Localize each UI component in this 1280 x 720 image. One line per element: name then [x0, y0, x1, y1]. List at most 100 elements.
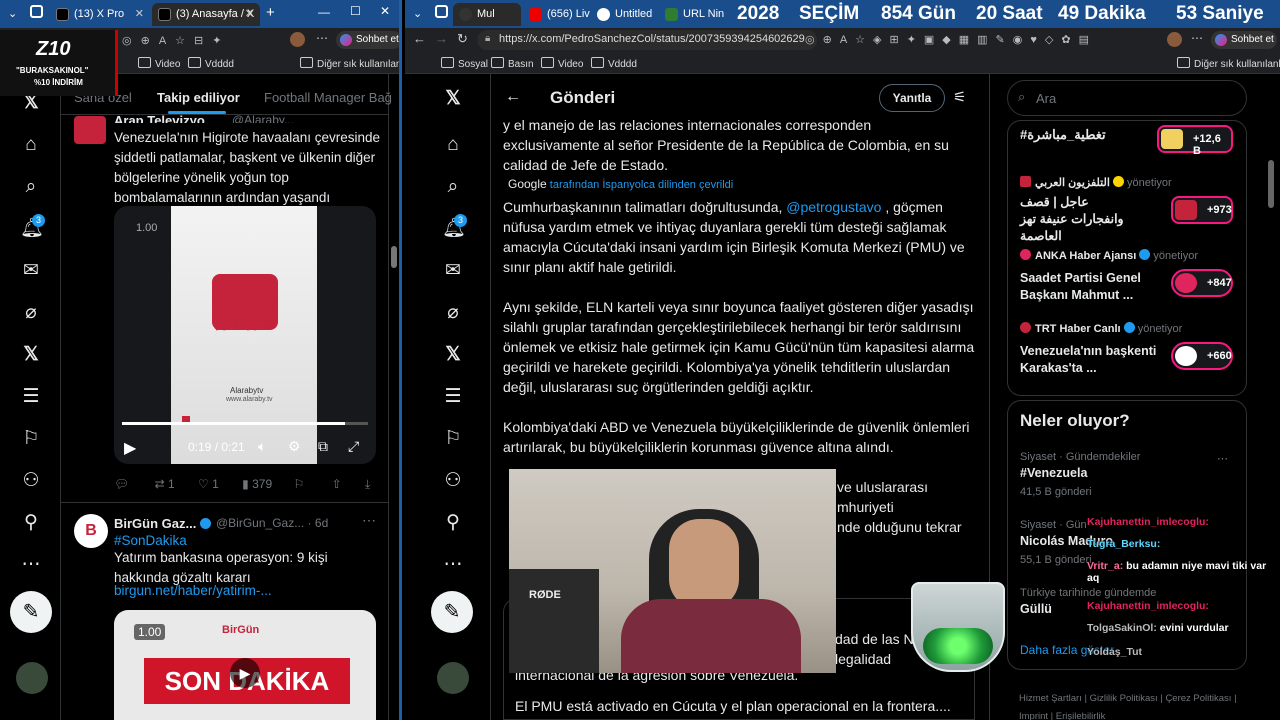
bookmark-sosyal[interactable]: Sosyal — [441, 57, 488, 70]
media-card[interactable]: 1.00 BirGün SON DAKİKA ▶ — [114, 610, 376, 720]
avatar[interactable] — [16, 662, 48, 694]
footer-link[interactable]: Gizlilik Politikası — [1090, 693, 1158, 704]
close-window-icon[interactable]: ✕ — [380, 4, 390, 18]
more-icon[interactable]: ⋯ — [1217, 452, 1228, 465]
playback-speed[interactable]: 1.00 — [136, 222, 157, 234]
video-player[interactable]: 1.00 التلفزيون العربي Alarabytv www.alar… — [114, 206, 376, 464]
bookmark-video[interactable]: Video — [138, 57, 180, 70]
url-field[interactable]: 🔒︎ https://x.com/PedroSanchezCol/status/… — [477, 30, 817, 50]
live-title[interactable]: #تغطية_مباشرة — [1020, 127, 1106, 143]
avatar[interactable] — [1167, 32, 1182, 47]
share-icon[interactable]: ⇧ — [332, 477, 342, 491]
back-icon[interactable]: ← — [413, 31, 426, 46]
search-icon[interactable]: ⌕ — [20, 176, 42, 198]
close-tab-icon[interactable]: ✕ — [245, 7, 254, 20]
play-icon[interactable]: ▶ — [124, 438, 136, 458]
communities-icon[interactable]: ⚇ — [20, 470, 42, 492]
like-icon[interactable]: ♡ — [198, 477, 209, 491]
more-options-icon[interactable]: ⋯ — [20, 554, 42, 576]
minimize-icon[interactable]: — — [318, 5, 330, 19]
download-icon[interactable]: ⤓ — [365, 477, 370, 491]
footer-link[interactable]: Erişilebilirlik — [1056, 711, 1106, 720]
grok-icon[interactable]: ⌀ — [442, 302, 464, 324]
tab-following[interactable]: Takip ediliyor — [157, 90, 240, 105]
avatar[interactable] — [437, 662, 469, 694]
pip-icon[interactable]: ⧉ — [318, 438, 328, 455]
back-icon[interactable]: ← — [505, 88, 521, 106]
tab-xpro[interactable]: (13) X Pro ✕ — [50, 3, 150, 26]
messages-icon[interactable]: ✉ — [442, 260, 464, 282]
x-logo-icon[interactable]: 𝕏 — [442, 88, 464, 110]
bookmark-video[interactable]: Video — [541, 57, 583, 70]
tweet-author[interactable]: Arap Televizyo... — [114, 113, 216, 123]
extension-icons[interactable]: ◎⊕A☆◈⊞✦▣◆▦▥✎◉♥◇✿▤ — [805, 33, 1145, 46]
bookmark-vdddd[interactable]: Vdddd — [591, 57, 637, 70]
bookmark-basin[interactable]: Basın — [491, 57, 534, 70]
copilot-button[interactable]: Sohbet et — [336, 31, 399, 49]
tweet-author[interactable]: BirGün Gaz... — [114, 516, 211, 531]
live-title[interactable]: عاجل | قصف وانفجارات عنيفة تهز العاصمة — [1020, 194, 1138, 245]
footer-link[interactable]: Hizmet Şartları — [1019, 693, 1082, 704]
close-tab-icon[interactable]: ✕ — [135, 7, 144, 20]
tweet-handle[interactable]: @BirGun_Gaz... · 6d — [216, 516, 328, 530]
more-icon[interactable]: ⋯ — [1191, 31, 1203, 45]
avatar[interactable]: B — [74, 514, 108, 548]
live-count[interactable]: +12,6 B — [1157, 125, 1233, 157]
footer-link[interactable]: Çerez Politikası — [1165, 693, 1231, 704]
reply-icon[interactable]: 💬︎ — [114, 477, 129, 491]
filter-icon[interactable]: ⚟ — [953, 88, 966, 106]
settings-icon[interactable]: ⚙ — [288, 438, 301, 455]
retweet-icon[interactable]: ⇄ — [155, 477, 165, 491]
tab-anasayfa[interactable]: (3) Anasayfa / X ✕ — [152, 3, 260, 26]
live-title[interactable]: Saadet Partisi Genel Başkanı Mahmut ... — [1020, 270, 1160, 304]
premium-icon[interactable]: 𝕏 — [20, 344, 42, 366]
playback-speed[interactable]: 1.00 — [134, 624, 166, 640]
avatar[interactable] — [290, 32, 305, 47]
translation-link[interactable]: tarafından İspanyolca dilinden çevrildi — [550, 179, 733, 191]
more-icon[interactable]: ⋯ — [362, 512, 376, 529]
live-count[interactable]: +847 — [1171, 269, 1233, 297]
forward-icon[interactable]: → — [435, 31, 448, 46]
bookmarks-icon[interactable]: ⚐ — [20, 428, 42, 450]
more-icon[interactable]: ⋯ — [316, 31, 328, 45]
fullscreen-icon[interactable]: ⤢ — [348, 438, 359, 455]
scrollbar[interactable] — [1268, 160, 1274, 208]
search-box[interactable]: ⌕ Ara — [1007, 80, 1247, 116]
tab-url[interactable]: URL Nin — [659, 3, 731, 26]
trend-title[interactable]: Güllü — [1020, 602, 1052, 616]
footer-link[interactable]: Imprint — [1019, 711, 1048, 720]
trend-title[interactable]: #Venezuela — [1020, 466, 1087, 480]
reply-button[interactable]: Yanıtla — [879, 84, 945, 112]
profile-icon[interactable]: ⚲ — [20, 512, 42, 534]
new-tab-icon[interactable]: + — [266, 4, 275, 21]
refresh-icon[interactable]: ↻ — [457, 31, 468, 47]
bookmarks-icon[interactable]: ⚐ — [442, 428, 464, 450]
maximize-icon[interactable]: ☐ — [350, 4, 361, 18]
volume-icon[interactable]: 🔈︎ — [258, 438, 266, 455]
live-count[interactable]: +660 — [1171, 342, 1233, 370]
bookmark-vdddd[interactable]: Vdddd — [188, 57, 234, 70]
live-count[interactable]: +973 — [1171, 196, 1233, 224]
tab-untitled[interactable]: Untitled — [591, 3, 659, 26]
more-options-icon[interactable]: ⋯ — [442, 554, 464, 576]
tab-list-icon[interactable]: ⌄ — [8, 7, 17, 20]
lists-icon[interactable]: ☰ — [20, 386, 42, 408]
search-icon[interactable]: ⌕ — [442, 176, 464, 198]
messages-icon[interactable]: ✉ — [20, 260, 42, 282]
tab-football-manager[interactable]: Football Manager Bağ — [264, 90, 392, 105]
tab-youtube[interactable]: (656) Liv — [523, 3, 591, 26]
profile-icon[interactable]: ⚲ — [442, 512, 464, 534]
communities-icon[interactable]: ⚇ — [442, 470, 464, 492]
tweet-handle[interactable]: @Alaraby... — [232, 113, 294, 123]
bookmark-other[interactable]: Diğer sık kullanılanlar — [300, 57, 399, 70]
lists-icon[interactable]: ☰ — [442, 386, 464, 408]
home-icon[interactable]: ⌂ — [442, 134, 464, 156]
tab-github[interactable]: Mul — [453, 3, 521, 26]
copilot-button[interactable]: Sohbet et — [1211, 31, 1277, 49]
live-title[interactable]: Venezuela'nın başkenti Karakas'ta ... — [1020, 343, 1160, 377]
tab-list-icon[interactable]: ⌄ — [413, 7, 422, 20]
premium-icon[interactable]: 𝕏 — [442, 344, 464, 366]
avatar[interactable] — [74, 116, 106, 144]
scrollbar[interactable] — [391, 246, 397, 268]
bookmark-other[interactable]: Diğer sık kullanılanlar — [1177, 57, 1280, 70]
